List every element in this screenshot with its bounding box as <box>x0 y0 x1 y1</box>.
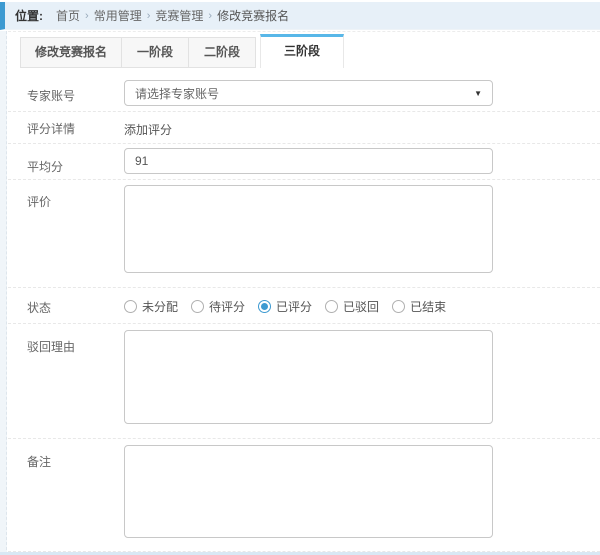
page: 位置: 首页 › 常用管理 › 竞赛管理 › 修改竞赛报名 修改竞赛报名 一阶段… <box>0 0 600 555</box>
status-option-finished[interactable]: 已结束 <box>392 298 446 315</box>
evaluation-textarea[interactable] <box>124 185 493 273</box>
status-option-label: 未分配 <box>142 300 179 314</box>
status-option-label: 已评分 <box>276 300 313 314</box>
expert-account-placeholder: 请选择专家账号 <box>135 86 220 101</box>
radio-unchecked-icon <box>191 300 205 313</box>
status-option-label: 已结束 <box>410 300 447 314</box>
expert-account-label: 专家账号 <box>27 89 76 103</box>
radio-checked-icon <box>258 300 272 313</box>
tab-stage-two[interactable]: 二阶段 <box>189 37 257 68</box>
breadcrumb-competition-management[interactable]: 竞赛管理 <box>155 7 203 24</box>
radio-unchecked-icon <box>325 300 339 313</box>
status-radio-group: 未分配 待评分 已评分 已驳回 已结束 <box>124 298 493 315</box>
breadcrumb-common-management[interactable]: 常用管理 <box>94 7 142 24</box>
remark-label: 备注 <box>27 455 52 469</box>
breadcrumb-separator: › <box>85 9 89 22</box>
remark-row: 备注 <box>8 439 600 552</box>
expert-account-row: 专家账号 请选择专家账号 ▼ <box>8 68 600 112</box>
average-score-label: 平均分 <box>27 160 64 174</box>
breadcrumb-label: 位置: <box>15 9 43 23</box>
tab-edit-registration[interactable]: 修改竞赛报名 <box>20 37 123 68</box>
remark-textarea[interactable] <box>124 445 493 538</box>
expert-account-select[interactable]: 请选择专家账号 ▼ <box>124 80 493 106</box>
score-detail-row: 评分详情 添加评分 <box>8 112 600 144</box>
status-option-pending-score[interactable]: 待评分 <box>191 298 245 315</box>
header-divider <box>8 31 600 32</box>
radio-unchecked-icon <box>124 300 137 313</box>
breadcrumb-current-page: 修改竞赛报名 <box>217 9 290 23</box>
reject-reason-row: 驳回理由 <box>8 324 600 439</box>
average-score-input[interactable] <box>124 148 493 174</box>
chevron-down-icon: ▼ <box>474 88 482 98</box>
add-score-link[interactable]: 添加评分 <box>124 123 172 137</box>
score-detail-label: 评分详情 <box>27 122 76 136</box>
status-row: 状态 未分配 待评分 已评分 已驳回 已结束 <box>8 288 600 324</box>
tab-stage-three[interactable]: 三阶段 <box>260 34 345 68</box>
status-option-unassigned[interactable]: 未分配 <box>124 298 178 315</box>
sidebar-edge-strip <box>0 31 7 555</box>
status-option-scored[interactable]: 已评分 <box>258 298 312 315</box>
stage-three-form: 专家账号 请选择专家账号 ▼ 评分详情 添加评分 平均分 评价 <box>8 68 600 555</box>
breadcrumb: 位置: 首页 › 常用管理 › 竞赛管理 › 修改竞赛报名 <box>0 2 600 30</box>
evaluation-row: 评价 <box>8 180 600 288</box>
breadcrumb-separator: › <box>146 9 151 22</box>
radio-unchecked-icon <box>392 300 406 313</box>
evaluation-label: 评价 <box>27 195 52 209</box>
status-label: 状态 <box>27 301 52 315</box>
tab-bar: 修改竞赛报名 一阶段 二阶段 三阶段 <box>20 34 345 68</box>
breadcrumb-home[interactable]: 首页 <box>56 7 80 24</box>
reject-reason-label: 驳回理由 <box>27 340 76 354</box>
tab-stage-one[interactable]: 一阶段 <box>122 37 190 68</box>
average-score-row: 平均分 <box>8 144 600 180</box>
breadcrumb-separator: › <box>208 9 213 22</box>
status-option-rejected[interactable]: 已驳回 <box>325 298 379 315</box>
status-option-label: 已驳回 <box>343 300 380 314</box>
status-option-label: 待评分 <box>209 300 246 314</box>
reject-reason-textarea[interactable] <box>124 330 493 424</box>
